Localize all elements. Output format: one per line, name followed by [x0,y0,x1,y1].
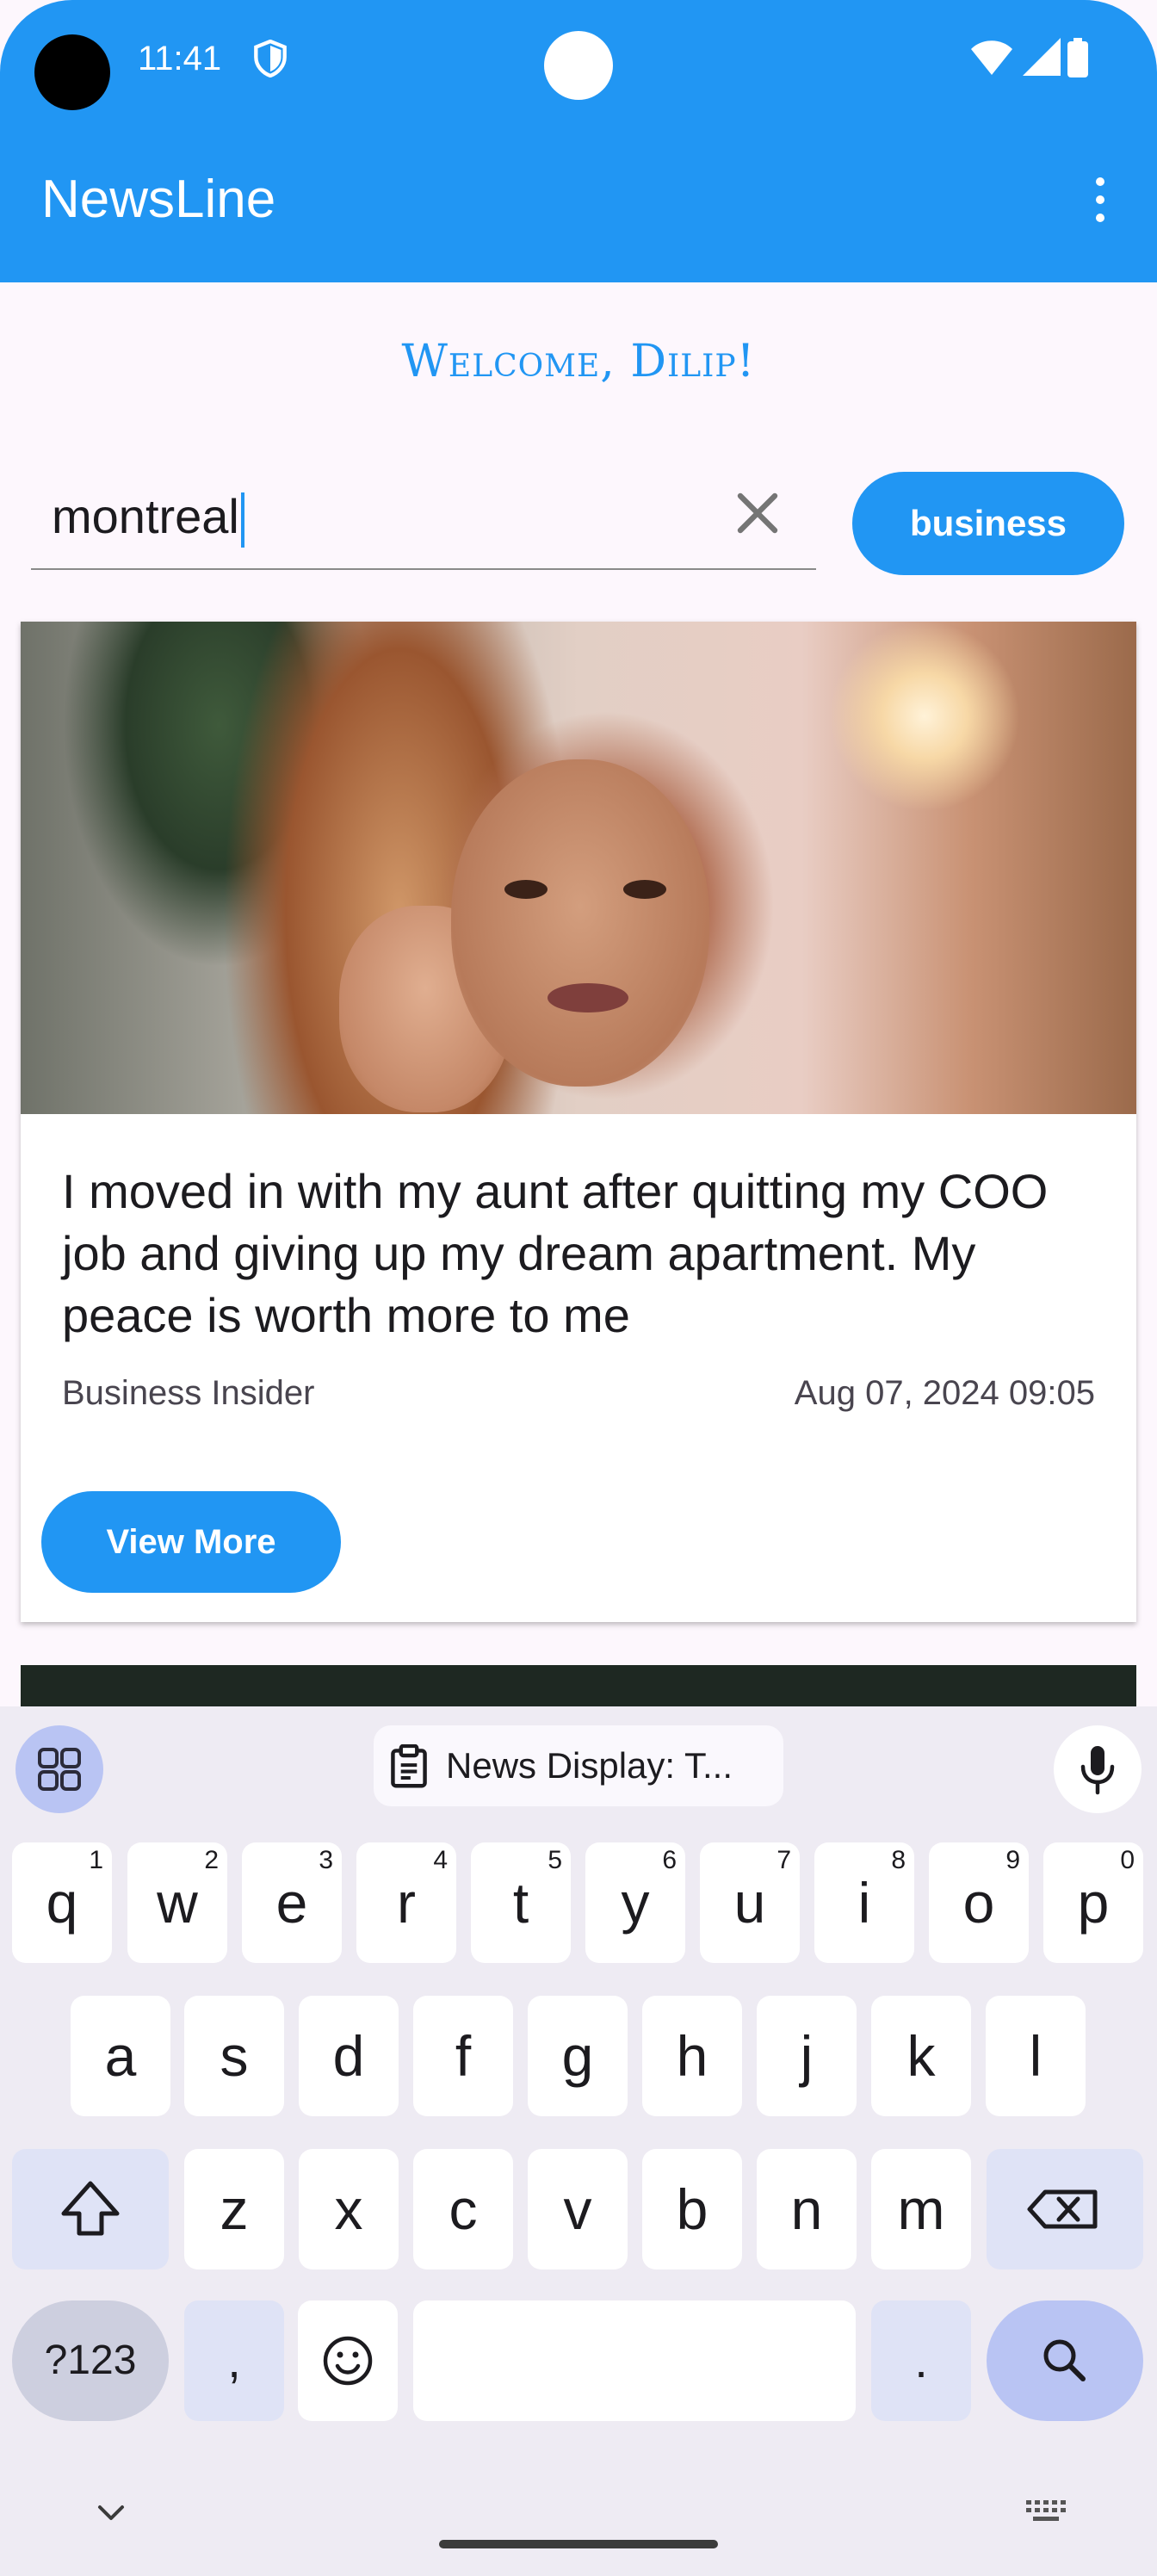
key-r[interactable]: r4 [356,1842,456,1963]
article-headline: I moved in with my aunt after quitting m… [62,1164,1049,1342]
search-key[interactable] [987,2300,1143,2421]
article-date: Aug 07, 2024 09:05 [794,1374,1095,1412]
clipboard-suggestion[interactable]: News Display: T... [374,1725,783,1806]
key-t[interactable]: t5 [471,1842,571,1963]
key-k[interactable]: k [871,1996,971,2116]
gesture-nav-bar[interactable] [439,2540,718,2548]
space-key[interactable] [413,2300,856,2421]
clipboard-icon [391,1744,427,1788]
key-w[interactable]: w2 [127,1842,227,1963]
key-u[interactable]: u7 [700,1842,800,1963]
camera-cutout [34,34,110,110]
signal-icon [1023,38,1061,76]
search-icon [1043,2339,1086,2381]
news-card: I moved in with my aunt after quitting m… [21,622,1136,1622]
backspace-key[interactable] [987,2149,1143,2269]
keyboard-icon[interactable] [1024,2497,1067,2526]
clipboard-suggestion-text: News Display: T... [446,1745,733,1786]
key-e[interactable]: e3 [242,1842,342,1963]
key-q[interactable]: q1 [12,1842,112,1963]
app-bar: 11:41 NewsLine [0,0,1157,282]
front-camera [544,31,613,100]
category-button[interactable]: business [852,472,1124,575]
key-j[interactable]: j [757,1996,857,2116]
article-image-part [451,759,709,1087]
key-c[interactable]: c [413,2149,513,2269]
emoji-key[interactable] [298,2300,398,2421]
backspace-icon [1027,2189,1098,2229]
welcome-message: Welcome, Dilip! [401,336,756,387]
status-time: 11:41 [138,40,222,77]
article-image-part [504,880,548,899]
view-more-button[interactable]: View More [41,1491,341,1593]
symbols-key[interactable]: ?123 [12,2300,169,2421]
key-i[interactable]: i8 [814,1842,914,1963]
key-b[interactable]: b [642,2149,742,2269]
key-y[interactable]: y6 [585,1842,685,1963]
key-x[interactable]: x [299,2149,399,2269]
article-source: Business Insider [62,1374,315,1412]
key-a[interactable]: a [71,1996,170,2116]
key-h[interactable]: h [642,1996,742,2116]
apps-grid-icon[interactable] [15,1725,103,1813]
key-d[interactable]: d [299,1996,399,2116]
soft-keyboard: News Display: T... q1 w2 e3 r4 t5 y6 u7 … [0,1706,1157,2576]
key-z[interactable]: z [184,2149,284,2269]
key-m[interactable]: m [871,2149,971,2269]
article-image-part [548,983,628,1012]
key-p[interactable]: p0 [1043,1842,1143,1963]
text-caret [240,492,244,548]
key-l[interactable]: l [986,1996,1086,2116]
period-key[interactable]: . [871,2300,971,2421]
mic-icon[interactable] [1054,1725,1142,1813]
article-image [21,622,1136,1114]
shift-icon [61,2181,120,2236]
clear-icon[interactable] [730,486,785,541]
battery-icon [1067,38,1088,77]
key-o[interactable]: o9 [929,1842,1029,1963]
key-v[interactable]: v [528,2149,628,2269]
shield-icon [254,40,287,77]
emoji-icon [323,2336,373,2386]
wifi-icon [971,40,1012,75]
chevron-down-icon[interactable] [91,2500,131,2526]
key-g[interactable]: g [528,1996,628,2116]
search-input[interactable]: montreal [31,465,816,570]
app-title: NewsLine [41,170,276,229]
comma-key[interactable]: , [184,2300,284,2421]
shift-key[interactable] [12,2149,169,2269]
article-image-part [623,880,666,899]
key-n[interactable]: n [757,2149,857,2269]
key-s[interactable]: s [184,1996,284,2116]
key-f[interactable]: f [413,1996,513,2116]
search-input-value[interactable]: montreal [52,482,244,551]
more-vert-icon[interactable] [1086,177,1114,222]
